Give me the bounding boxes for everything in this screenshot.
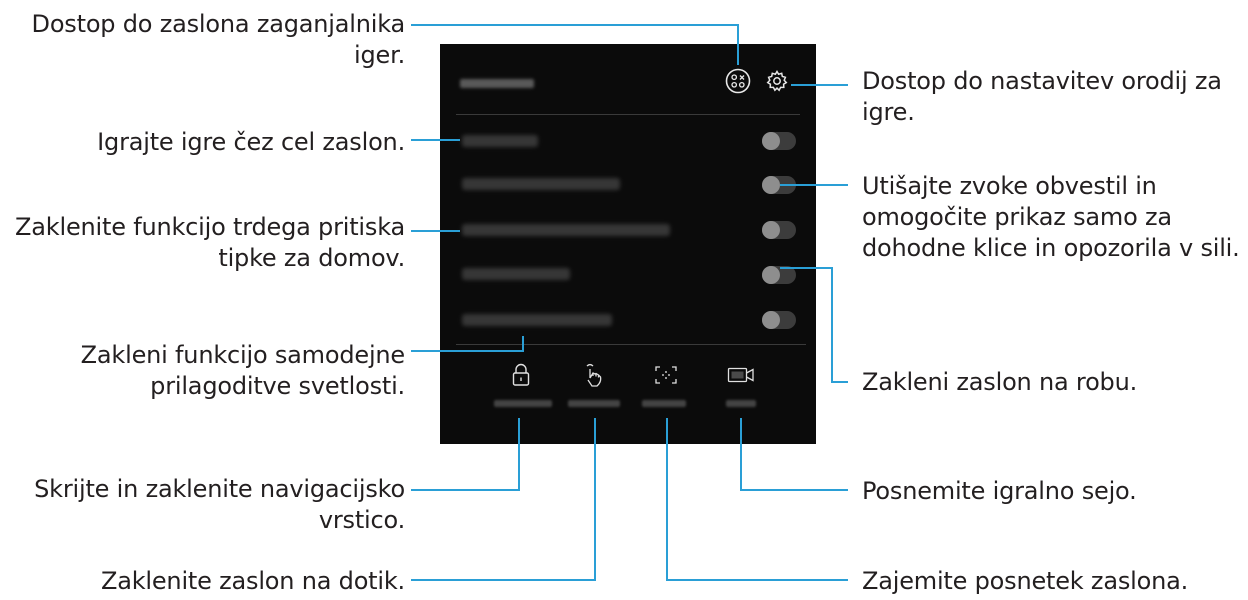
connector-record	[740, 418, 848, 491]
connector-edge-lock	[780, 267, 848, 383]
connector-navigation-lock	[411, 418, 520, 491]
connector-touch-lock	[411, 418, 596, 581]
callout-connectors	[411, 24, 848, 581]
connector-game-launcher	[411, 24, 739, 65]
connector-brightness-lock	[411, 336, 524, 352]
connector-screenshot	[666, 418, 848, 581]
